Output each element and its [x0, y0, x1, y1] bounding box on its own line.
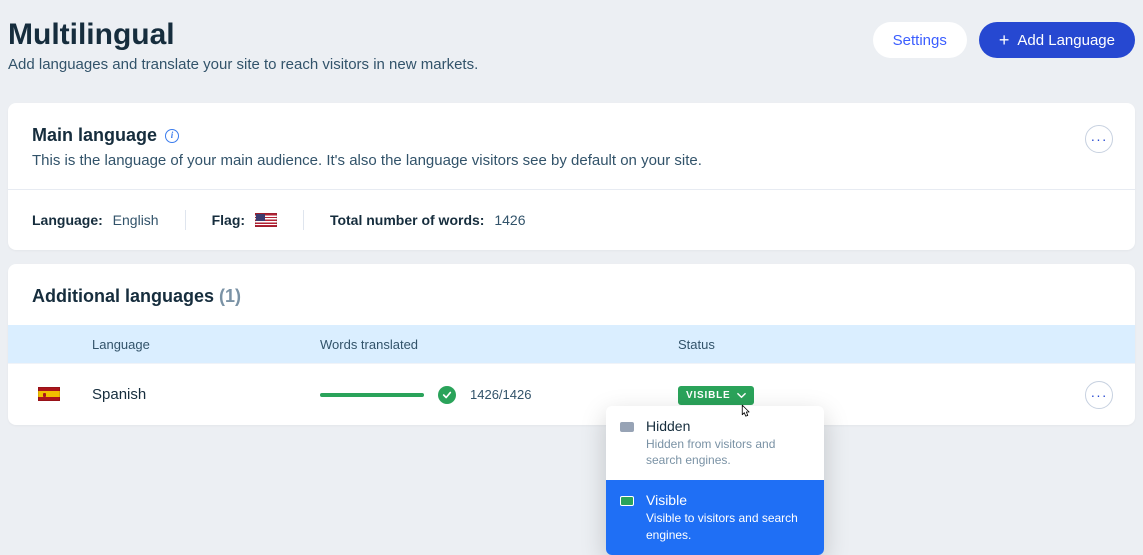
- additional-languages-count: (1): [219, 286, 241, 306]
- meta-words-label: Total number of words:: [330, 212, 485, 228]
- meta-language: Language: English: [32, 212, 159, 228]
- page-title: Multilingual: [8, 18, 478, 52]
- meta-flag-label: Flag:: [212, 212, 245, 228]
- status-option-hidden[interactable]: Hidden Hidden from visitors and search e…: [606, 406, 824, 480]
- main-language-title-text: Main language: [32, 125, 157, 146]
- status-option-hidden-title: Hidden: [646, 418, 810, 434]
- table-row: Spanish 1426/1426 VISIBLE ···: [8, 363, 1135, 425]
- status-dropdown: Hidden Hidden from visitors and search e…: [606, 406, 824, 555]
- add-language-button[interactable]: + Add Language: [979, 22, 1135, 58]
- main-language-meta: Language: English Flag: Total number of …: [8, 190, 1135, 250]
- main-language-description: This is the language of your main audien…: [32, 152, 1111, 169]
- plus-icon: +: [999, 31, 1010, 49]
- check-icon: [438, 386, 456, 404]
- row-language: Spanish: [92, 386, 320, 403]
- status-option-visible-desc: Visible to visitors and search engines.: [646, 510, 810, 542]
- row-words-count: 1426/1426: [470, 387, 531, 402]
- column-header-words: Words translated: [320, 337, 678, 352]
- additional-languages-card: Additional languages (1) Language Words …: [8, 264, 1135, 425]
- meta-words-value: 1426: [494, 212, 525, 228]
- status-badge-label: VISIBLE: [686, 390, 731, 401]
- main-language-title: Main language i: [32, 125, 179, 146]
- row-words-translated: 1426/1426: [320, 386, 678, 404]
- meta-language-label: Language:: [32, 212, 103, 228]
- meta-flag: Flag:: [212, 212, 277, 228]
- es-flag-icon: [38, 387, 60, 401]
- column-header-language: Language: [92, 337, 320, 352]
- add-language-button-label: Add Language: [1017, 32, 1115, 49]
- info-icon[interactable]: i: [165, 129, 179, 143]
- column-header-status: Status: [678, 337, 1075, 352]
- status-option-visible[interactable]: Visible Visible to visitors and search e…: [606, 480, 824, 554]
- table-header: Language Words translated Status: [8, 325, 1135, 363]
- main-language-more-button[interactable]: ···: [1085, 125, 1113, 153]
- status-badge[interactable]: VISIBLE: [678, 386, 754, 405]
- status-option-visible-title: Visible: [646, 492, 810, 508]
- additional-languages-title: Additional languages (1): [32, 286, 1111, 307]
- meta-language-value: English: [113, 212, 159, 228]
- row-more-button[interactable]: ···: [1085, 381, 1113, 409]
- settings-button[interactable]: Settings: [873, 22, 967, 58]
- hidden-swatch-icon: [620, 422, 634, 432]
- page-subtitle: Add languages and translate your site to…: [8, 56, 478, 73]
- page-header: Multilingual Add languages and translate…: [8, 8, 1135, 89]
- additional-languages-title-text: Additional languages: [32, 286, 214, 306]
- us-flag-icon: [255, 213, 277, 227]
- status-option-hidden-desc: Hidden from visitors and search engines.: [646, 436, 810, 468]
- progress-bar: [320, 393, 424, 397]
- meta-words: Total number of words: 1426: [330, 212, 526, 228]
- visible-swatch-icon: [620, 496, 634, 506]
- settings-button-label: Settings: [893, 32, 947, 49]
- chevron-down-icon: [737, 391, 746, 400]
- main-language-card: Main language i This is the language of …: [8, 103, 1135, 250]
